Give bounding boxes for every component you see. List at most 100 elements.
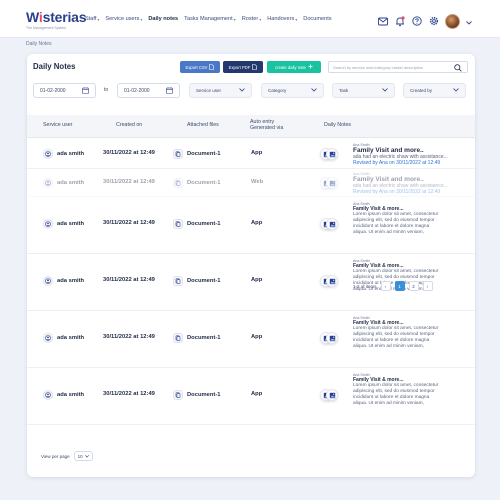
chevron-down-icon: ▾ xyxy=(140,16,143,22)
brand-logo[interactable]: Wisterias The Management System xyxy=(26,9,87,30)
image-icon xyxy=(326,218,338,230)
user-icon xyxy=(43,390,53,400)
note-attachments[interactable] xyxy=(320,177,338,189)
export-pdf-button[interactable]: Export PDF xyxy=(223,61,263,73)
note-revised[interactable]: Revised by Ana on 30/11/2022 at 12:49 xyxy=(353,189,473,195)
note-attachments[interactable] xyxy=(320,389,338,401)
document-icon xyxy=(173,333,183,343)
table-row[interactable]: ada smith 30/11/2022 at 12:49 Document-1… xyxy=(27,368,475,425)
note-revised[interactable]: Revised by Ana on 30/11/2022 at 12:49 xyxy=(353,160,473,166)
image-icon xyxy=(326,148,338,160)
daily-note-preview[interactable]: Ana Smith Family Visit & more... Lorem i… xyxy=(353,202,473,236)
column-service-user[interactable]: Service user xyxy=(43,122,72,128)
pagination: 1-2 of items ‹ 1 2 › xyxy=(353,281,433,291)
mail-icon[interactable] xyxy=(377,16,388,27)
attached-file-name: Document-1 xyxy=(187,335,221,341)
date-from-field[interactable]: 01-02-2000 xyxy=(33,83,96,98)
search-icon[interactable] xyxy=(454,64,462,73)
search-input[interactable]: Search by service user/category/ tasks/ … xyxy=(328,61,468,73)
chevron-down-icon: ▾ xyxy=(259,16,262,22)
note-attachments[interactable] xyxy=(320,275,338,287)
image-icon xyxy=(326,389,338,401)
column-auto-entry[interactable]: Auto entry Generated via xyxy=(250,119,283,131)
table-row[interactable]: ada smith 30/11/2022 at 12:49 Document-1… xyxy=(27,197,475,254)
note-attachments[interactable] xyxy=(320,332,338,344)
help-icon[interactable] xyxy=(411,16,422,27)
service-user-cell[interactable]: ada smith xyxy=(43,178,84,188)
bell-icon[interactable] xyxy=(394,15,405,27)
settings-icon[interactable] xyxy=(428,16,439,27)
category-filter[interactable]: Category xyxy=(261,83,324,98)
prev-page-button[interactable]: ‹ xyxy=(380,281,391,291)
export-csv-button[interactable]: Export CSV xyxy=(180,61,220,73)
calendar-icon[interactable] xyxy=(166,87,173,96)
generated-via-cell: App xyxy=(251,391,262,397)
date-to-field[interactable]: 01-02-2000 xyxy=(117,83,180,98)
service-user-cell[interactable]: ada smith xyxy=(43,149,84,159)
nav-item-staff[interactable]: Staff ▾ xyxy=(85,16,99,22)
service-user-name: ada smith xyxy=(57,278,85,284)
nav-item-tasks-management[interactable]: Tasks Management ▾ xyxy=(184,16,236,22)
note-attachments[interactable] xyxy=(320,218,338,230)
daily-notes-panel: Daily Notes Export CSV Export PDF create… xyxy=(27,54,475,477)
table-row[interactable]: ada smith 30/11/2022 at 12:49 Document-1… xyxy=(27,311,475,368)
chevron-down-icon xyxy=(311,88,317,93)
service-user-cell[interactable]: ada smith xyxy=(43,333,84,343)
nav-item-documents[interactable]: Documents xyxy=(303,16,331,22)
created-on-cell: 30/11/2022 at 12:49 xyxy=(103,391,155,397)
nav-item-label: Documents xyxy=(303,16,332,22)
brand-name: Wisterias xyxy=(26,9,87,25)
chevron-down-icon: ▾ xyxy=(233,16,236,22)
created-by-filter[interactable]: Created by xyxy=(403,83,466,98)
service-user-filter[interactable]: Service user xyxy=(189,83,252,98)
attached-file-cell[interactable]: Document-1 xyxy=(173,149,221,159)
column-daily-notes[interactable]: Daily Notes xyxy=(324,122,351,128)
breadcrumb[interactable]: Daily Notes xyxy=(26,41,52,47)
attached-file-cell[interactable]: Document-1 xyxy=(173,219,221,229)
user-avatar[interactable] xyxy=(445,13,460,29)
service-user-name: ada smith xyxy=(57,180,85,186)
column-attached-files[interactable]: Attached files xyxy=(187,122,219,128)
per-page-select[interactable]: 10 xyxy=(73,451,93,461)
nav-item-service-users[interactable]: Service users ▾ xyxy=(105,16,142,22)
image-icon xyxy=(326,275,338,287)
calendar-icon[interactable] xyxy=(82,87,89,96)
nav-item-roster[interactable]: Roster ▾ xyxy=(242,16,262,22)
task-filter[interactable]: Task xyxy=(332,83,395,98)
attached-file-cell[interactable]: Document-1 xyxy=(173,178,221,188)
page-1-button[interactable]: 1 xyxy=(394,281,405,291)
created-on-cell: 30/11/2022 at 12:49 xyxy=(103,334,155,340)
attached-file-cell[interactable]: Document-1 xyxy=(173,390,221,400)
service-user-cell[interactable]: ada smith xyxy=(43,390,84,400)
daily-note-preview[interactable]: Ana Smith Family Visit and more.. ada ha… xyxy=(353,143,473,166)
daily-note-preview[interactable]: Ana Smith Family Visit & more... Lorem i… xyxy=(353,316,473,350)
service-user-cell[interactable]: ada smith xyxy=(43,276,84,286)
file-icon xyxy=(209,63,215,71)
create-daily-note-button[interactable]: create daily note xyxy=(267,61,321,73)
attached-file-cell[interactable]: Document-1 xyxy=(173,276,221,286)
chevron-down-icon xyxy=(239,88,245,93)
chevron-down-icon[interactable] xyxy=(466,12,472,30)
plus-icon xyxy=(308,64,313,70)
page-2-button[interactable]: 2 xyxy=(408,281,419,291)
top-navigation-bar: Wisterias The Management System Staff ▾ Se… xyxy=(0,0,500,38)
table-row[interactable]: ada smith 30/11/2022 at 12:49 Document-1… xyxy=(27,169,475,197)
created-on-cell: 30/11/2022 at 12:49 xyxy=(103,220,155,226)
generated-via-cell: Web xyxy=(251,179,263,185)
service-user-cell[interactable]: ada smith xyxy=(43,219,84,229)
daily-note-preview[interactable]: Ana Smith Family Visit and more.. ada ha… xyxy=(353,172,473,195)
per-page-label: View per page xyxy=(41,453,70,459)
image-icon xyxy=(326,332,338,344)
attached-file-cell[interactable]: Document-1 xyxy=(173,333,221,343)
column-created-on[interactable]: Created on xyxy=(116,122,142,128)
table-row[interactable]: ada smith 30/11/2022 at 12:49 Document-1… xyxy=(27,138,475,169)
date-from-value: 01-02-2000 xyxy=(40,87,66,94)
next-page-button[interactable]: › xyxy=(422,281,433,291)
daily-note-preview[interactable]: Ana Smith Family Visit & more... Lorem i… xyxy=(353,373,473,407)
generated-via-value: App xyxy=(251,150,263,156)
created-on-cell: 30/11/2022 at 12:49 xyxy=(103,150,155,156)
note-attachments[interactable] xyxy=(320,148,338,160)
nav-item-daily-notes[interactable]: Daily notes xyxy=(148,16,178,22)
nav-item-label: Staff xyxy=(85,16,97,22)
nav-item-handovers[interactable]: Handovers ▾ xyxy=(267,16,297,22)
